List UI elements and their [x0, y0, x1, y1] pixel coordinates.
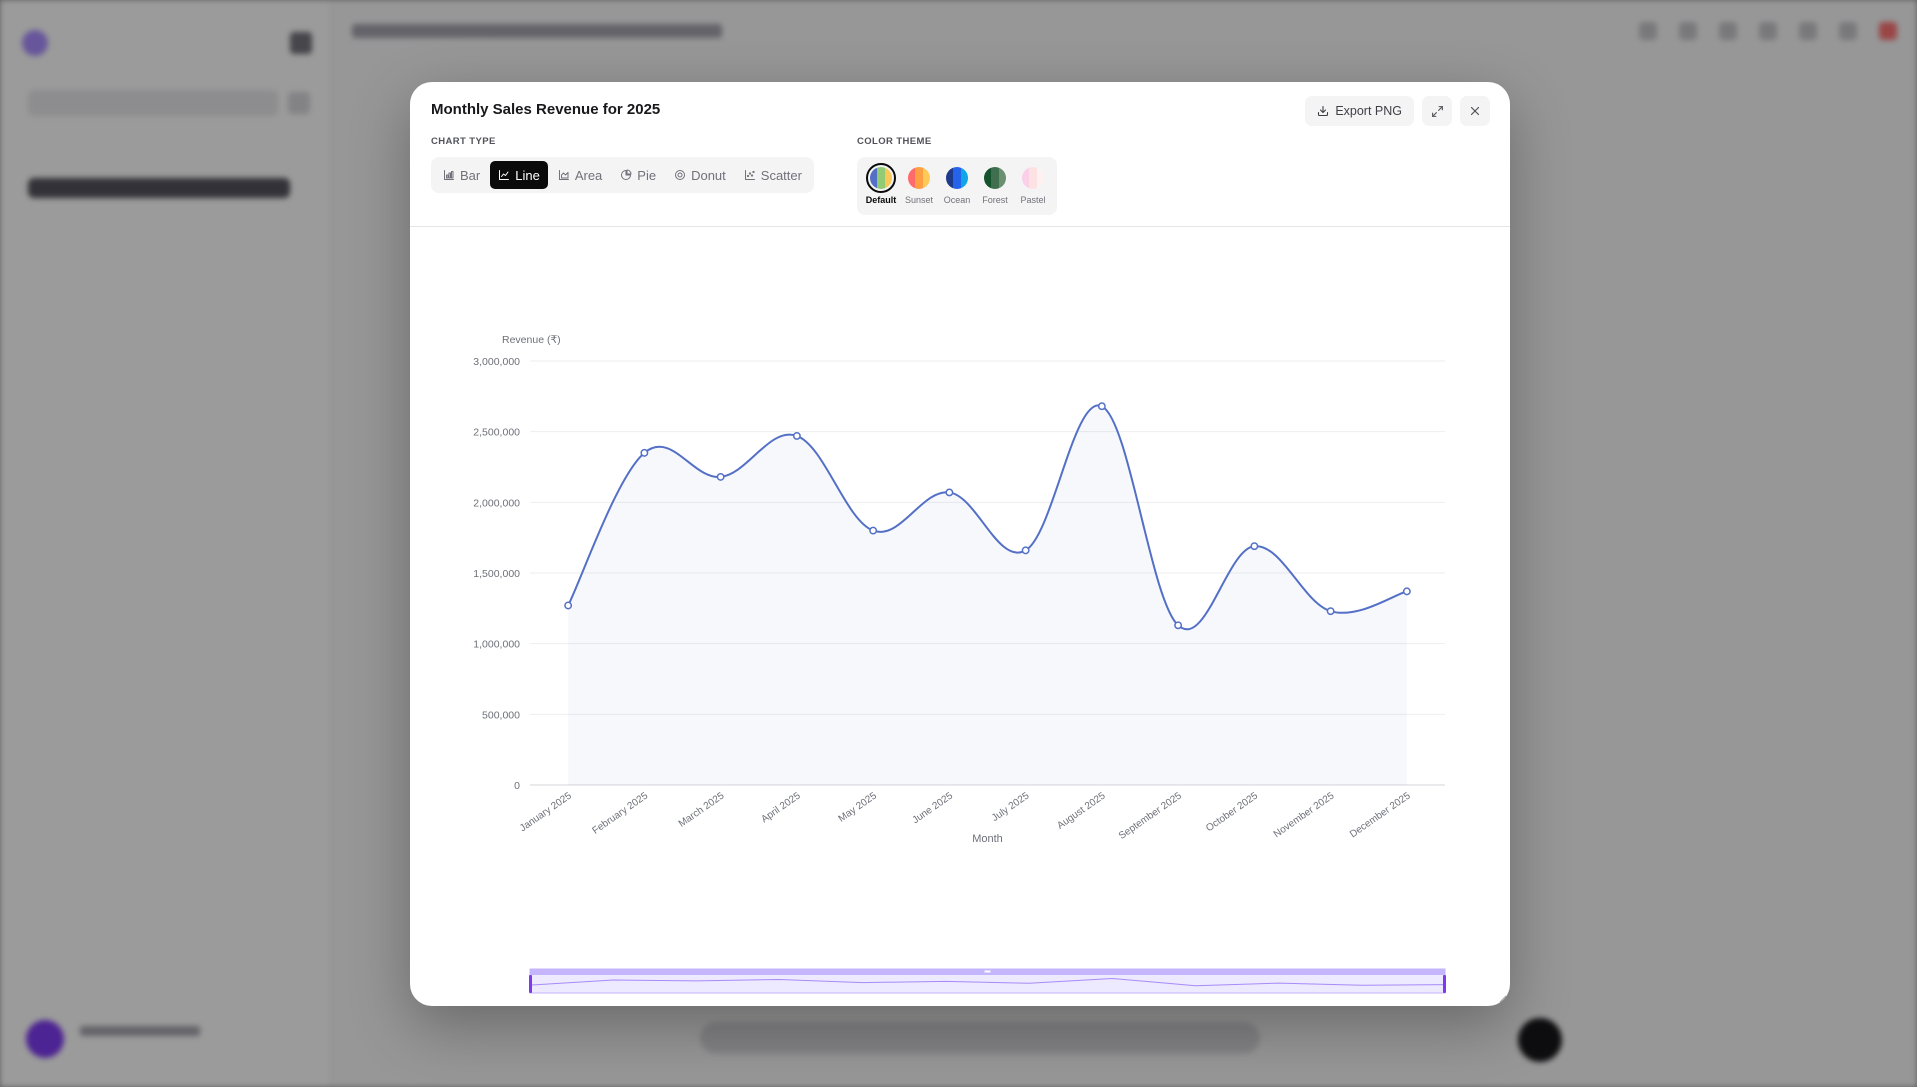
line-chart-icon — [499, 170, 510, 180]
x-tick-label: October 2025 — [1204, 790, 1260, 834]
x-axis-label: Month — [972, 833, 1003, 845]
chart-type-label: CHART TYPE — [431, 136, 496, 147]
data-point — [792, 431, 801, 440]
x-tick-label: May 2025 — [837, 790, 880, 824]
data-point — [945, 488, 954, 497]
chart-type-label: Line — [515, 167, 540, 183]
theme-swatch-ring — [866, 163, 896, 193]
download-icon — [1318, 105, 1329, 117]
data-point — [1097, 402, 1106, 411]
pie-chart-icon — [621, 169, 632, 180]
theme-swatch — [946, 167, 968, 189]
theme-name: Ocean — [943, 195, 971, 205]
theme-name: Forest — [982, 195, 1008, 205]
zoom-slider-grip — [984, 970, 991, 973]
data-point — [716, 472, 725, 481]
export-png-button[interactable]: Export PNG — [1305, 96, 1414, 126]
theme-default-option[interactable]: Default — [863, 157, 899, 205]
chart-area: 0 500,000 1,000,000 1,500,000 2,000,000 2,500… — [410, 227, 1510, 1006]
theme-name: Default — [865, 195, 897, 205]
theme-ocean-option[interactable]: Ocean — [939, 157, 975, 205]
x-tick-label: July 2025 — [990, 790, 1032, 824]
theme-name: Pastel — [1020, 195, 1046, 205]
zoom-handle-left[interactable] — [529, 975, 532, 993]
theme-forest-option[interactable]: Forest — [977, 157, 1013, 205]
y-tick-label: 500,000 — [482, 709, 520, 721]
x-tick-label: December 2025 — [1348, 790, 1413, 840]
data-point — [1402, 587, 1411, 596]
x-tick-label: January 2025 — [518, 790, 574, 834]
header-actions: Export PNG — [1305, 96, 1490, 126]
bar-chart-icon — [444, 170, 454, 180]
theme-pastel-option[interactable]: Pastel — [1015, 157, 1051, 205]
theme-swatch-ring — [904, 163, 934, 193]
y-tick-label: 1,500,000 — [473, 568, 520, 580]
y-tick-label: 3,000,000 — [473, 356, 520, 368]
theme-swatch — [1022, 167, 1044, 189]
chart-type-label: Donut — [691, 167, 726, 183]
color-theme-selector: Default Sunset Ocean Forest Pastel — [857, 157, 1057, 215]
x-tick-label: November 2025 — [1272, 790, 1337, 840]
data-point — [564, 601, 573, 610]
chart-type-area-button[interactable]: Area — [550, 161, 610, 189]
theme-swatch — [870, 167, 892, 189]
x-tick-label: April 2025 — [759, 790, 803, 825]
data-point — [640, 448, 649, 457]
chart-type-label: Area — [574, 167, 603, 183]
area-chart-icon — [558, 170, 569, 180]
theme-swatch-ring — [980, 163, 1010, 193]
chart-type-line-button[interactable]: Line — [490, 161, 548, 189]
data-point — [1021, 546, 1030, 555]
chart-type-scatter-button[interactable]: Scatter — [736, 161, 810, 189]
theme-name: Sunset — [904, 195, 934, 205]
color-theme-label: COLOR THEME — [857, 136, 932, 147]
close-button[interactable] — [1460, 96, 1490, 126]
x-tick-label: September 2025 — [1117, 790, 1184, 842]
theme-swatch — [984, 167, 1006, 189]
line-chart: 0 500,000 1,000,000 1,500,000 2,000,000 2,500… — [473, 334, 1446, 994]
theme-swatch — [908, 167, 930, 189]
data-point — [869, 526, 878, 535]
data-point — [1326, 607, 1335, 616]
data-point — [1250, 542, 1259, 551]
chart-type-pie-button[interactable]: Pie — [612, 161, 664, 189]
theme-swatch-ring — [942, 163, 972, 193]
x-tick-label: March 2025 — [677, 790, 727, 830]
series-area — [568, 405, 1407, 785]
chart-type-selector: Bar Line Area Pie Donut Scatter — [431, 157, 814, 193]
data-point — [1174, 621, 1183, 630]
theme-sunset-option[interactable]: Sunset — [901, 157, 937, 205]
chart-type-donut-button[interactable]: Donut — [666, 161, 734, 189]
y-tick-label: 2,500,000 — [473, 427, 520, 439]
modal-title: Monthly Sales Revenue for 2025 — [431, 101, 661, 118]
expand-icon — [1431, 105, 1443, 117]
resize-handle-icon[interactable] — [1497, 993, 1507, 1003]
chart-modal: Monthly Sales Revenue for 2025 Export PN… — [410, 82, 1510, 1006]
chart-type-label: Pie — [637, 167, 657, 183]
donut-chart-icon — [675, 170, 686, 180]
zoom-handle-right[interactable] — [1443, 975, 1446, 993]
x-tick-label: June 2025 — [911, 790, 956, 826]
export-png-label: Export PNG — [1335, 104, 1402, 118]
expand-button[interactable] — [1422, 96, 1452, 126]
y-tick-label: 1,000,000 — [473, 639, 520, 651]
y-tick-label: 2,000,000 — [473, 497, 520, 509]
theme-swatch-ring — [1018, 163, 1048, 193]
close-icon — [1470, 106, 1480, 116]
modal-header: Monthly Sales Revenue for 2025 Export PN… — [410, 82, 1510, 227]
x-tick-label: February 2025 — [591, 790, 651, 837]
x-tick-label: August 2025 — [1055, 790, 1108, 831]
scatter-chart-icon — [744, 170, 755, 180]
y-tick-label: 0 — [514, 780, 520, 792]
chart-type-bar-button[interactable]: Bar — [435, 161, 488, 189]
chart-type-label: Scatter — [760, 167, 802, 183]
chart-type-label: Bar — [460, 167, 481, 183]
y-axis-label: Revenue (₹) — [502, 334, 561, 346]
